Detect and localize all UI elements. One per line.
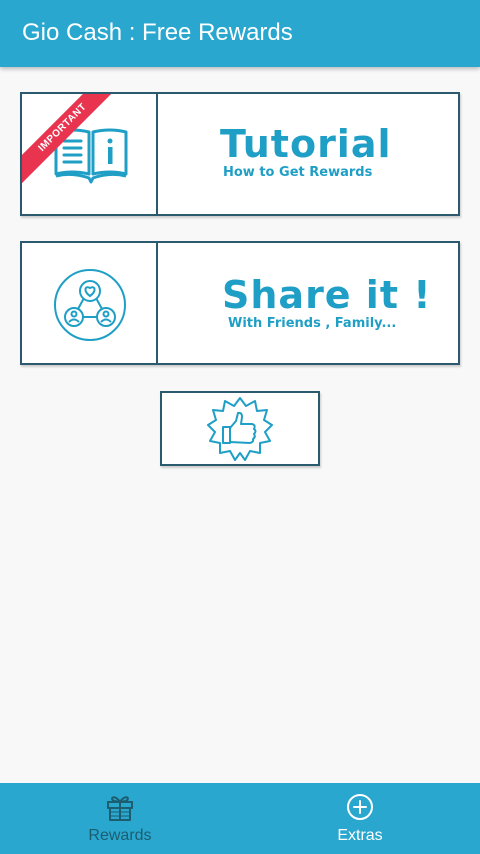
bottom-nav: Rewards Extras [0,783,480,854]
share-subtitle: With Friends , Family... [228,316,397,331]
rate-card[interactable] [160,391,320,466]
app-root: Gio Cash : Free Rewards IMPORTANT Tutori… [0,0,480,854]
tutorial-card[interactable]: IMPORTANT Tutorial How to Get Rewards [20,92,460,216]
share-friends-icon [54,269,126,341]
nav-item-extras[interactable]: Extras [240,783,480,854]
share-icon-cell [22,243,158,363]
nav-label-rewards: Rewards [88,827,152,844]
tutorial-title: Tutorial [220,122,392,166]
tutorial-icon-cell: IMPORTANT [22,94,158,214]
app-title: Gio Cash : Free Rewards [22,19,293,46]
nav-item-rewards[interactable]: Rewards [0,783,240,854]
nav-label-extras: Extras [337,827,383,844]
tutorial-text-cell: Tutorial How to Get Rewards [158,94,458,214]
share-card[interactable]: Share it ! With Friends , Family... [20,241,460,365]
gift-icon [107,796,133,821]
thumbs-up-badge-icon [207,397,273,461]
add-circle-icon [347,794,373,820]
share-title: Share it ! [222,273,432,317]
tutorial-subtitle: How to Get Rewards [223,165,373,180]
app-bar: Gio Cash : Free Rewards [0,0,480,67]
share-text-cell: Share it ! With Friends , Family... [158,243,458,363]
